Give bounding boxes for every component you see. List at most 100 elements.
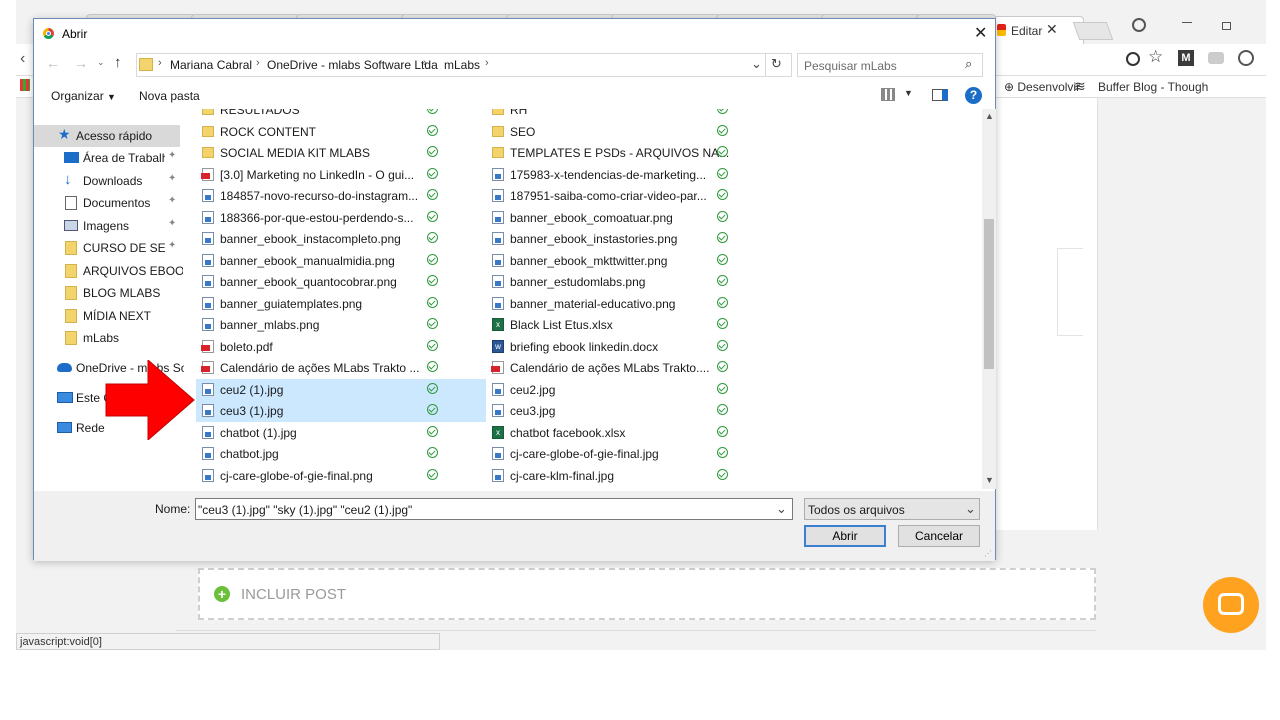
file-row[interactable]: SEO <box>486 121 776 143</box>
file-row[interactable]: ceu3 (1).jpg <box>196 400 486 422</box>
vertical-scrollbar[interactable]: ▲ ▼ <box>982 109 996 489</box>
scrollbar-thumb[interactable] <box>984 219 994 369</box>
scroll-up-icon[interactable]: ▲ <box>985 111 994 121</box>
chat-button[interactable] <box>1203 577 1259 633</box>
file-row[interactable]: 188366-por-que-estou-perdendo-s... <box>196 207 486 229</box>
nav-item-documents[interactable]: Documentos ✦ <box>34 192 184 214</box>
nav-item-desktop[interactable]: Área de Trabalho ✦ <box>34 147 184 169</box>
file-row[interactable]: Calendário de ações MLabs Trakto ... <box>196 357 486 379</box>
file-name: banner_estudomlabs.png <box>510 275 646 289</box>
filename-input[interactable]: "ceu3 (1).jpg" "sky (1).jpg" "ceu2 (1).j… <box>195 498 793 520</box>
up-arrow-icon[interactable]: ↑ <box>114 54 122 71</box>
file-row[interactable]: banner_ebook_instastories.png <box>486 228 776 250</box>
new-tab-button[interactable] <box>1072 22 1114 40</box>
file-row[interactable]: RESULTADOS <box>196 109 486 121</box>
nav-item-folder[interactable]: MÍDIA NEXT <box>34 305 184 327</box>
profile-icon[interactable] <box>1132 18 1146 32</box>
pdf-icon <box>201 361 214 374</box>
file-row[interactable]: [3.0] Marketing no LinkedIn - O gui... <box>196 164 486 186</box>
file-row[interactable]: chatbot.jpg <box>196 443 486 465</box>
filetype-select[interactable]: Todos os arquivos ⌄ <box>804 498 980 520</box>
file-row[interactable]: banner_ebook_mkttwitter.png <box>486 250 776 272</box>
preview-pane-icon[interactable] <box>932 89 948 101</box>
file-row[interactable]: Calendário de ações MLabs Trakto.... <box>486 357 776 379</box>
refresh-icon[interactable]: ↻ <box>771 56 782 72</box>
file-row[interactable]: cj-care-globe-of-gie-final.jpg <box>486 443 776 465</box>
recent-dropdown-icon[interactable]: ⌄ <box>97 57 105 68</box>
file-row[interactable]: cj-care-klm-final.jpg <box>486 465 776 487</box>
extension-m-icon[interactable]: M <box>1178 50 1194 66</box>
file-row[interactable]: boleto.pdf <box>196 336 486 358</box>
view-options-icon[interactable] <box>881 88 895 101</box>
file-row[interactable]: banner_ebook_manualmidia.png <box>196 250 486 272</box>
close-icon[interactable]: ✕ <box>974 23 987 43</box>
forward-arrow-icon[interactable]: → <box>74 55 88 71</box>
chevron-down-icon[interactable]: ⌄ <box>776 501 787 517</box>
desktop-icon <box>64 152 79 163</box>
resize-grip-icon[interactable]: ⋰ <box>984 549 992 558</box>
apps-icon[interactable] <box>20 79 30 91</box>
extension-icon[interactable] <box>1208 52 1224 64</box>
chevron-down-icon[interactable]: ⌄ <box>751 56 762 72</box>
breadcrumb-item[interactable]: Mariana Cabral <box>170 58 252 72</box>
organize-button[interactable]: Organizar ▼ <box>51 89 116 103</box>
view-dropdown-icon[interactable]: ▼ <box>904 88 913 98</box>
bookmark-item[interactable]: ⊕ Desenvolvir <box>1004 80 1080 94</box>
file-row[interactable]: 184857-novo-recurso-do-instagram... <box>196 185 486 207</box>
minimize-icon[interactable] <box>1182 22 1192 23</box>
file-row[interactable]: cj-care-globe-of-gie-final.png <box>196 465 486 487</box>
breadcrumb-item[interactable]: OneDrive - mlabs Software Ltda <box>267 58 438 72</box>
file-name: TEMPLATES E PSDs - ARQUIVOS NA... <box>510 146 730 160</box>
file-row[interactable]: 175983-x-tendencias-de-marketing... <box>486 164 776 186</box>
nav-item-images[interactable]: Imagens ✦ <box>34 215 184 237</box>
file-row[interactable]: RH <box>486 109 776 121</box>
new-folder-button[interactable]: Nova pasta <box>139 89 200 103</box>
file-row[interactable]: SOCIAL MEDIA KIT MLABS <box>196 142 486 164</box>
file-row[interactable]: ceu3.jpg <box>486 400 776 422</box>
file-name: [3.0] Marketing no LinkedIn - O gui... <box>220 167 415 182</box>
file-row[interactable]: banner_material-educativo.png <box>486 293 776 315</box>
extension-circle-icon[interactable] <box>1238 50 1254 66</box>
file-row[interactable]: banner_estudomlabs.png <box>486 271 776 293</box>
star-bookmark-icon[interactable]: ☆ <box>1148 47 1163 67</box>
cancel-button[interactable]: Cancelar <box>898 525 980 547</box>
open-button[interactable]: Abrir <box>804 525 886 547</box>
search-input[interactable]: Pesquisar mLabs ⌕ <box>797 53 983 77</box>
image-file-icon <box>492 253 504 267</box>
file-row[interactable]: banner_ebook_comoatuar.png <box>486 207 776 229</box>
file-row[interactable]: ceu2 (1).jpg <box>196 378 486 400</box>
file-row[interactable]: x chatbot facebook.xlsx <box>486 422 776 444</box>
file-row[interactable]: banner_ebook_quantocobrar.png <box>196 271 486 293</box>
restore-icon[interactable] <box>1222 22 1231 30</box>
file-name: banner_material-educativo.png <box>510 296 676 311</box>
scroll-down-icon[interactable]: ▼ <box>985 475 994 485</box>
nav-item-folder[interactable]: ARQUIVOS EBOOKS <box>34 260 184 282</box>
file-row[interactable]: banner_guiatemplates.png <box>196 293 486 315</box>
nav-item-folder[interactable]: CURSO DE SEO H ✦ <box>34 237 184 259</box>
back-icon[interactable]: ‹ <box>20 50 25 68</box>
close-tab-icon[interactable]: ✕ <box>1046 21 1058 38</box>
file-row[interactable]: banner_ebook_instacompleto.png <box>196 228 486 250</box>
breadcrumb-item[interactable]: mLabs <box>444 58 480 72</box>
nav-item-folder[interactable]: BLOG MLABS <box>34 282 184 304</box>
back-arrow-icon[interactable]: ← <box>46 55 60 71</box>
file-row[interactable]: x Black List Etus.xlsx <box>486 314 776 336</box>
file-row[interactable]: ceu2.jpg <box>486 379 776 401</box>
active-browser-tab[interactable]: Editar ✕ <box>994 16 1084 44</box>
nav-item-quick-access[interactable]: ★ Acesso rápido <box>34 125 180 147</box>
location-icon[interactable] <box>1126 52 1140 66</box>
file-row[interactable]: w briefing ebook linkedin.docx <box>486 336 776 358</box>
file-row[interactable]: 187951-saiba-como-criar-video-par... <box>486 185 776 207</box>
nav-item-folder[interactable]: mLabs <box>34 327 184 349</box>
file-row[interactable]: banner_mlabs.png <box>196 314 486 336</box>
file-name: ceu2 (1).jpg <box>220 382 284 397</box>
help-icon[interactable]: ? <box>965 87 982 104</box>
include-post-button[interactable]: + INCLUIR POST <box>198 568 1096 620</box>
sync-status-icon <box>427 275 438 286</box>
breadcrumb[interactable]: › Mariana Cabral › OneDrive - mlabs Soft… <box>136 53 792 77</box>
nav-item-downloads[interactable]: ↓ Downloads ✦ <box>34 170 184 192</box>
bookmark-item[interactable]: Buffer Blog - Though <box>1098 80 1208 94</box>
file-row[interactable]: TEMPLATES E PSDs - ARQUIVOS NA... <box>486 142 776 164</box>
file-row[interactable]: chatbot (1).jpg <box>196 422 486 444</box>
file-row[interactable]: ROCK CONTENT <box>196 121 486 143</box>
